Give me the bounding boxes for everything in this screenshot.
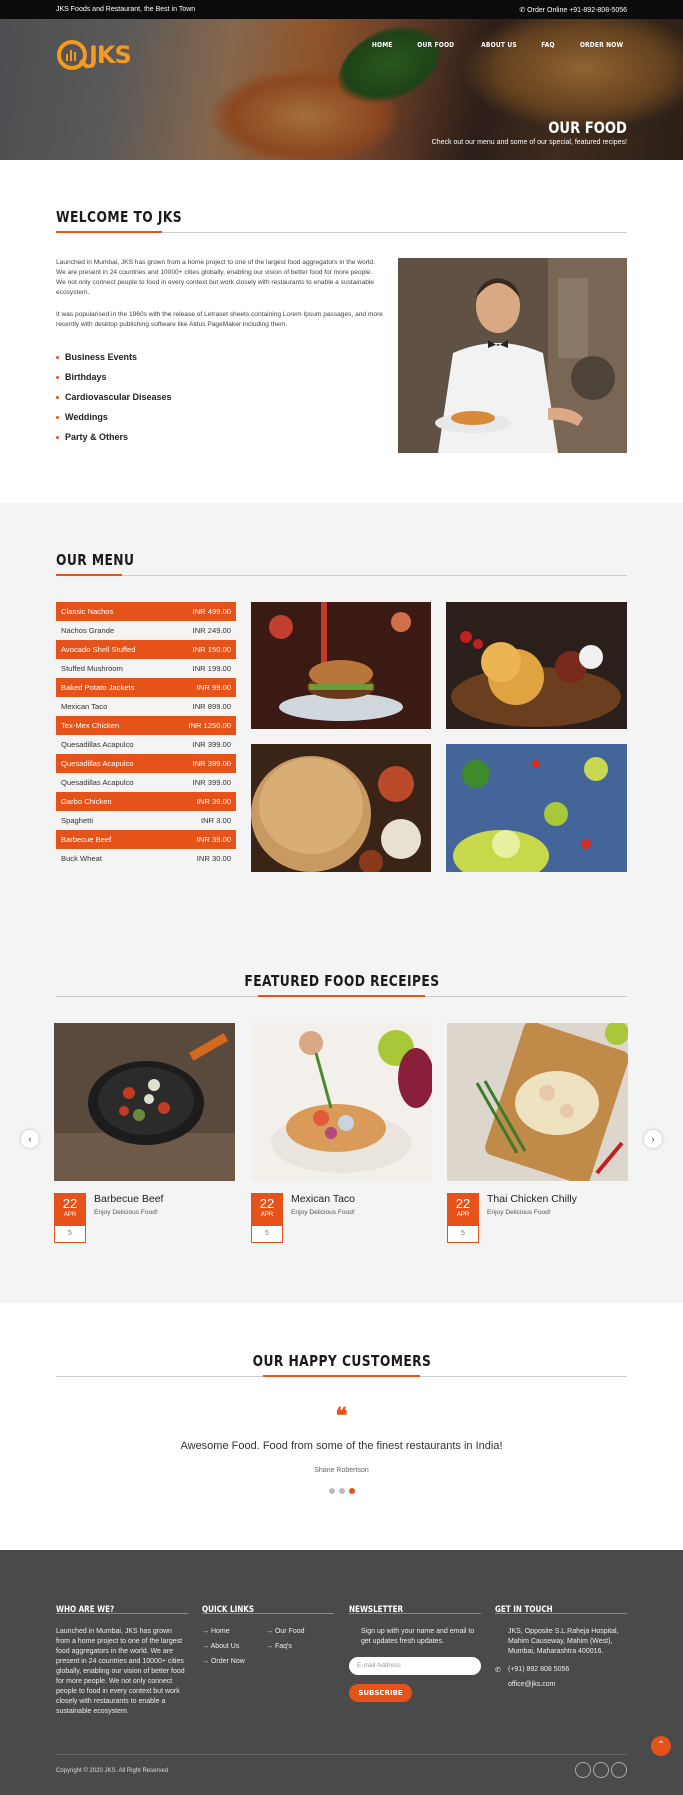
welcome-paragraph-1: Launched in Mumbai, JKS has grown from a…	[56, 259, 375, 296]
menu-item: Stuffed Mushroom INR 199.00	[61, 664, 231, 673]
tagline: JKS Foods and Restaurant, the Best in To…	[56, 6, 196, 13]
menu-item: Avocado Shell Stuffed INR 150.00	[56, 640, 236, 659]
page-title: OUR FOOD	[548, 118, 627, 137]
carousel-prev-button[interactable]: ‹	[21, 1130, 39, 1148]
recipe-image	[447, 1023, 628, 1181]
recipe-count: 5	[54, 1225, 86, 1243]
who-are-we-text: Launched in Mumbai, JKS has grown from a…	[56, 1628, 185, 1715]
pancakes-photo	[446, 602, 627, 729]
social-icon-1[interactable]	[575, 1762, 591, 1778]
order-phone-link[interactable]: ✆ Order Online +91-892-808-5056	[519, 6, 627, 14]
recipe-date: 22 APR	[447, 1193, 479, 1225]
newsletter-text: Sign up with your name and email to get …	[361, 1628, 475, 1645]
recipe-card[interactable]: 22 APR 5 Mexican Taco Enjoy Delicious Foo…	[251, 1023, 432, 1243]
testimonial-text: Awesome Food. Food from some of the fine…	[180, 1440, 503, 1452]
menu-item: Garbo Chicken INR 39.00	[56, 792, 236, 811]
top-bar: JKS Foods and Restaurant, the Best in To…	[0, 0, 683, 19]
copyright: Copyright © 2020 JKS. All Right Reserved	[56, 1768, 169, 1774]
subscribe-button[interactable]: SUBSCRIBE	[349, 1684, 412, 1702]
menu-item: Baked Potato Jackets INR 99.00	[56, 678, 236, 697]
main-nav: HOME OUR FOOD ABOUT US FAQ ORDER NOW	[370, 41, 627, 49]
footer: WHO ARE WE? Launched in Mumbai, JKS has …	[0, 1550, 683, 1795]
carousel-dot[interactable]	[339, 1488, 345, 1494]
menu-item: Barbecue Beef INR 39.00	[56, 830, 236, 849]
recipe-count: 5	[447, 1225, 479, 1243]
recipe-date: 22 APR	[54, 1193, 86, 1225]
back-to-top-button[interactable]: ⌃	[651, 1736, 671, 1756]
recipe-image	[251, 1023, 432, 1181]
menu-item: Tex-Mex Chicken INR 1250.00	[56, 716, 236, 735]
recipes-title: FEATURED FOOD RECEIPES	[243, 972, 440, 990]
menu-item: Buck Wheat INR 30.00	[61, 854, 231, 863]
footer-link-about-us[interactable]: → About Us	[202, 1643, 239, 1650]
burger-photo	[251, 602, 431, 729]
menu-item: Spaghetti INR 3.00	[61, 816, 231, 825]
page-subtitle: Check out our menu and some of our speci…	[431, 139, 627, 146]
recipe-subtitle: Enjoy Delicious Food!	[291, 1209, 355, 1216]
carousel-dot[interactable]	[329, 1488, 335, 1494]
recipe-card[interactable]: 22 APR 5 Barbecue Beef Enjoy Delicious Fo…	[54, 1023, 235, 1243]
social-icon-3[interactable]	[611, 1762, 627, 1778]
menu-item: Quesadillas Acapulco INR 399.00	[56, 754, 236, 773]
menu-item: Classic Nachos INR 499.00	[56, 602, 236, 621]
social-icon-2[interactable]	[593, 1762, 609, 1778]
recipe-subtitle: Enjoy Delicious Food!	[94, 1209, 158, 1216]
carousel-next-button[interactable]: ›	[644, 1130, 662, 1148]
menu-item: Quesadillas Acapulco INR 399.00	[61, 740, 231, 749]
recipe-name[interactable]: Thai Chicken Chilly	[487, 1193, 577, 1205]
menu-item: Quesadillas Acapulco INR 399.00	[61, 778, 231, 787]
quote-icon: ❝	[335, 1403, 348, 1429]
carousel-dot-active[interactable]	[349, 1488, 355, 1494]
phone-icon: ✆	[495, 1667, 501, 1674]
limes-photo	[446, 744, 627, 872]
testimonial-author: Shane Robertson	[314, 1467, 369, 1474]
customers-title: OUR HAPPY CUSTOMERS	[252, 1352, 431, 1370]
email-input[interactable]: E-mail Address	[349, 1657, 481, 1675]
nav-faq[interactable]: FAQ	[541, 41, 555, 49]
footer-link-home[interactable]: → Home	[202, 1628, 230, 1635]
hero-banner: JKS HOME OUR FOOD ABOUT US FAQ ORDER NOW…	[0, 19, 683, 160]
menu-item: Mexican Taco INR 899.00	[61, 702, 231, 711]
footer-link-order-now[interactable]: → Order Now	[202, 1658, 245, 1665]
menu-title: OUR MENU	[56, 551, 135, 569]
recipe-count: 5	[251, 1225, 283, 1243]
email-address[interactable]: office@jks.com	[508, 1681, 555, 1688]
address-text: JKS, Opposite S.L.Raheja Hospital, Mahim…	[508, 1628, 619, 1655]
recipe-image	[54, 1023, 235, 1181]
menu-item: Nachos Grande INR 249.00	[61, 626, 231, 635]
recipe-card[interactable]: 22 APR 5 Thai Chicken Chilly Enjoy Delici…	[447, 1023, 628, 1243]
recipe-name[interactable]: Mexican Taco	[291, 1193, 355, 1205]
phone-number[interactable]: (+91) 892 808 5056	[508, 1666, 569, 1673]
nav-order-now[interactable]: ORDER NOW	[580, 41, 623, 49]
footer-link-faq[interactable]: → Faq's	[266, 1643, 292, 1650]
waiter-photo	[398, 258, 627, 453]
flatbread-photo	[251, 744, 431, 872]
welcome-title: WELCOME TO JKS	[56, 208, 183, 226]
recipe-subtitle: Enjoy Delicious Food!	[487, 1209, 551, 1216]
nav-our-food[interactable]: OUR FOOD	[418, 41, 455, 49]
site-logo[interactable]: JKS	[57, 38, 142, 74]
nav-about-us[interactable]: ABOUT US	[481, 41, 517, 49]
nav-home[interactable]: HOME	[372, 41, 393, 49]
recipe-name[interactable]: Barbecue Beef	[94, 1193, 163, 1205]
recipe-date: 22 APR	[251, 1193, 283, 1225]
welcome-paragraph-2: It was popularised in the 1960s with the…	[56, 311, 383, 328]
footer-link-our-food[interactable]: → Our Food	[266, 1628, 305, 1635]
